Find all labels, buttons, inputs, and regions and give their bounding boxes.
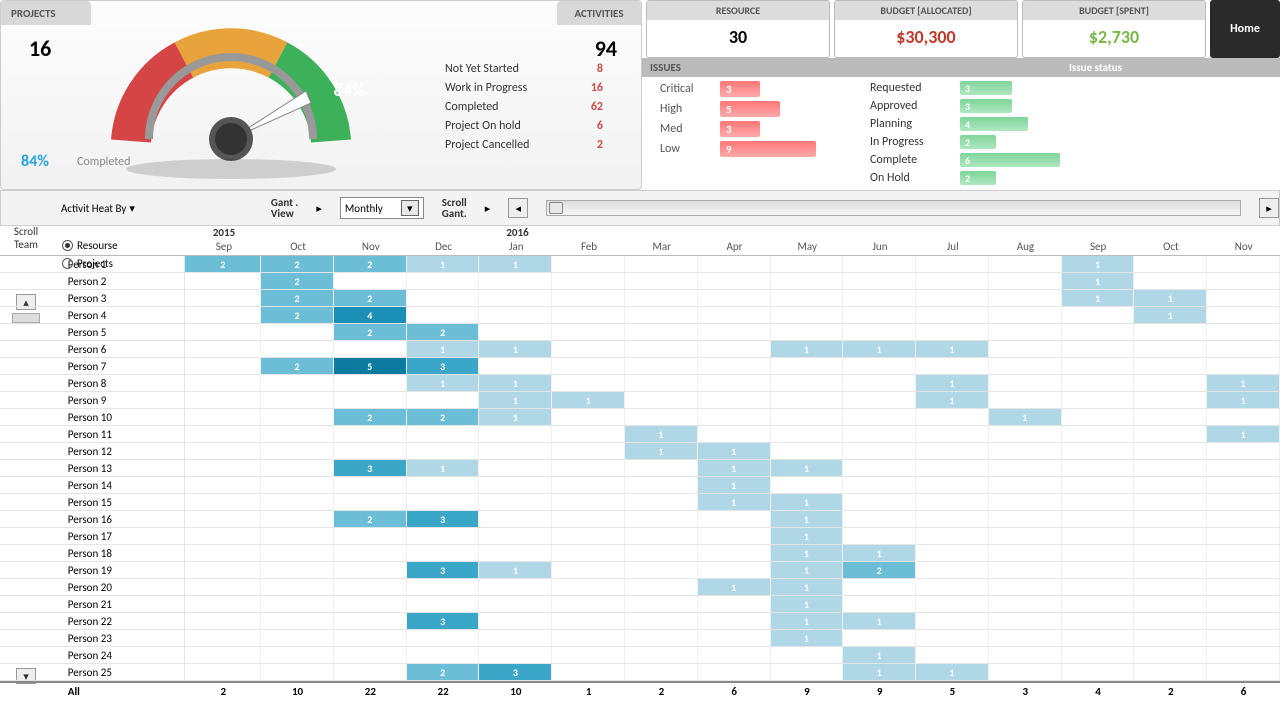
grid-row: Person 171 — [0, 528, 1280, 545]
grid-row: Person 1511 — [0, 494, 1280, 511]
completion-gauge: 84% — [91, 21, 371, 181]
grid-row: Person 211 — [0, 596, 1280, 613]
grid-row: Person 241 — [0, 647, 1280, 664]
projects-panel: PROJECTS ACTIVITIES 16 94 84% 84% Comple… — [0, 0, 642, 190]
grid-row: Person 32211 — [0, 290, 1280, 307]
gantt-view-label[interactable]: Gant . View — [271, 197, 298, 219]
chevron-down-icon: ▾ — [401, 200, 419, 216]
grid-row: Person 133111 — [0, 460, 1280, 477]
scroll-gantt-label: Scroll Gant. — [442, 197, 467, 219]
grid-row: Person 1811 — [0, 545, 1280, 562]
grid-row: Person 7253 — [0, 358, 1280, 375]
grid-row: Person 4241 — [0, 307, 1280, 324]
grid-row: Person 1111 — [0, 426, 1280, 443]
scroll-gantt-right[interactable]: ▸ — [1259, 198, 1279, 218]
scroll-gantt-track[interactable] — [546, 200, 1241, 216]
chevron-right-icon: ▸ — [485, 202, 491, 215]
tab-activities[interactable]: ACTIVITIES — [557, 1, 641, 25]
gauge-percent: 84% — [334, 79, 365, 101]
grid-row: Person 2011 — [0, 579, 1280, 596]
grid-row: Person 1211 — [0, 443, 1280, 460]
grid-row: Person 81111 — [0, 375, 1280, 392]
grid-row: Person 252311 — [0, 664, 1280, 681]
completed-label: Completed — [77, 155, 130, 169]
chevron-down-icon: ▾ — [129, 202, 135, 215]
grid-row: Person 1222111 — [0, 256, 1280, 273]
project-status-list: Not Yet Started8Work in Progress16Comple… — [445, 59, 603, 154]
gantt-toolbar: Activit Heat By ▾ Gant . View ▸ Monthly … — [0, 190, 1280, 226]
issues-header: ISSUES Issue status — [642, 58, 1280, 77]
radio-resource[interactable]: Resourse — [62, 236, 118, 254]
grid-row: Person 91111 — [0, 392, 1280, 409]
grid-row: Person 611111 — [0, 341, 1280, 358]
issue-status-chart: Requested3Approved3Planning4In Progress2… — [862, 79, 1280, 190]
percent-completed: 84% — [21, 152, 49, 171]
grid-row: Person 22311 — [0, 613, 1280, 630]
projects-count: 16 — [29, 35, 51, 62]
radio-projects[interactable]: Projects — [62, 254, 118, 272]
budget-spent-card: BUDGET [SPENT] $2,730 — [1022, 0, 1206, 58]
period-select[interactable]: Monthly ▾ — [340, 197, 424, 219]
grid-row: Person 231 — [0, 630, 1280, 647]
grid-row: Person 102211 — [0, 409, 1280, 426]
home-button[interactable]: Home — [1210, 0, 1280, 58]
grid-row: Person 16231 — [0, 511, 1280, 528]
resource-card: RESOURCE 30 — [646, 0, 830, 58]
tab-projects[interactable]: PROJECTS — [1, 1, 91, 25]
totals-row: All2102222101269953426 — [0, 681, 1280, 699]
heat-grid: 2015 2016 SepOctNovDecJanFebMarAprMayJun… — [0, 226, 1280, 699]
grid-row: Person 221 — [0, 273, 1280, 290]
grid-row: Person 193112 — [0, 562, 1280, 579]
scroll-gantt-left[interactable]: ◂ — [508, 198, 528, 218]
chevron-right-icon: ▸ — [316, 202, 322, 215]
grid-row: Person 522 — [0, 324, 1280, 341]
grid-row: Person 141 — [0, 477, 1280, 494]
heat-by-dropdown[interactable]: Activit Heat By ▾ — [61, 202, 135, 215]
issue-severity-chart: Critical3High5Med3Low9 — [642, 79, 862, 190]
budget-allocated-card: BUDGET [ALLOCATED] $30,300 — [834, 0, 1018, 58]
activities-count: 94 — [595, 35, 617, 62]
